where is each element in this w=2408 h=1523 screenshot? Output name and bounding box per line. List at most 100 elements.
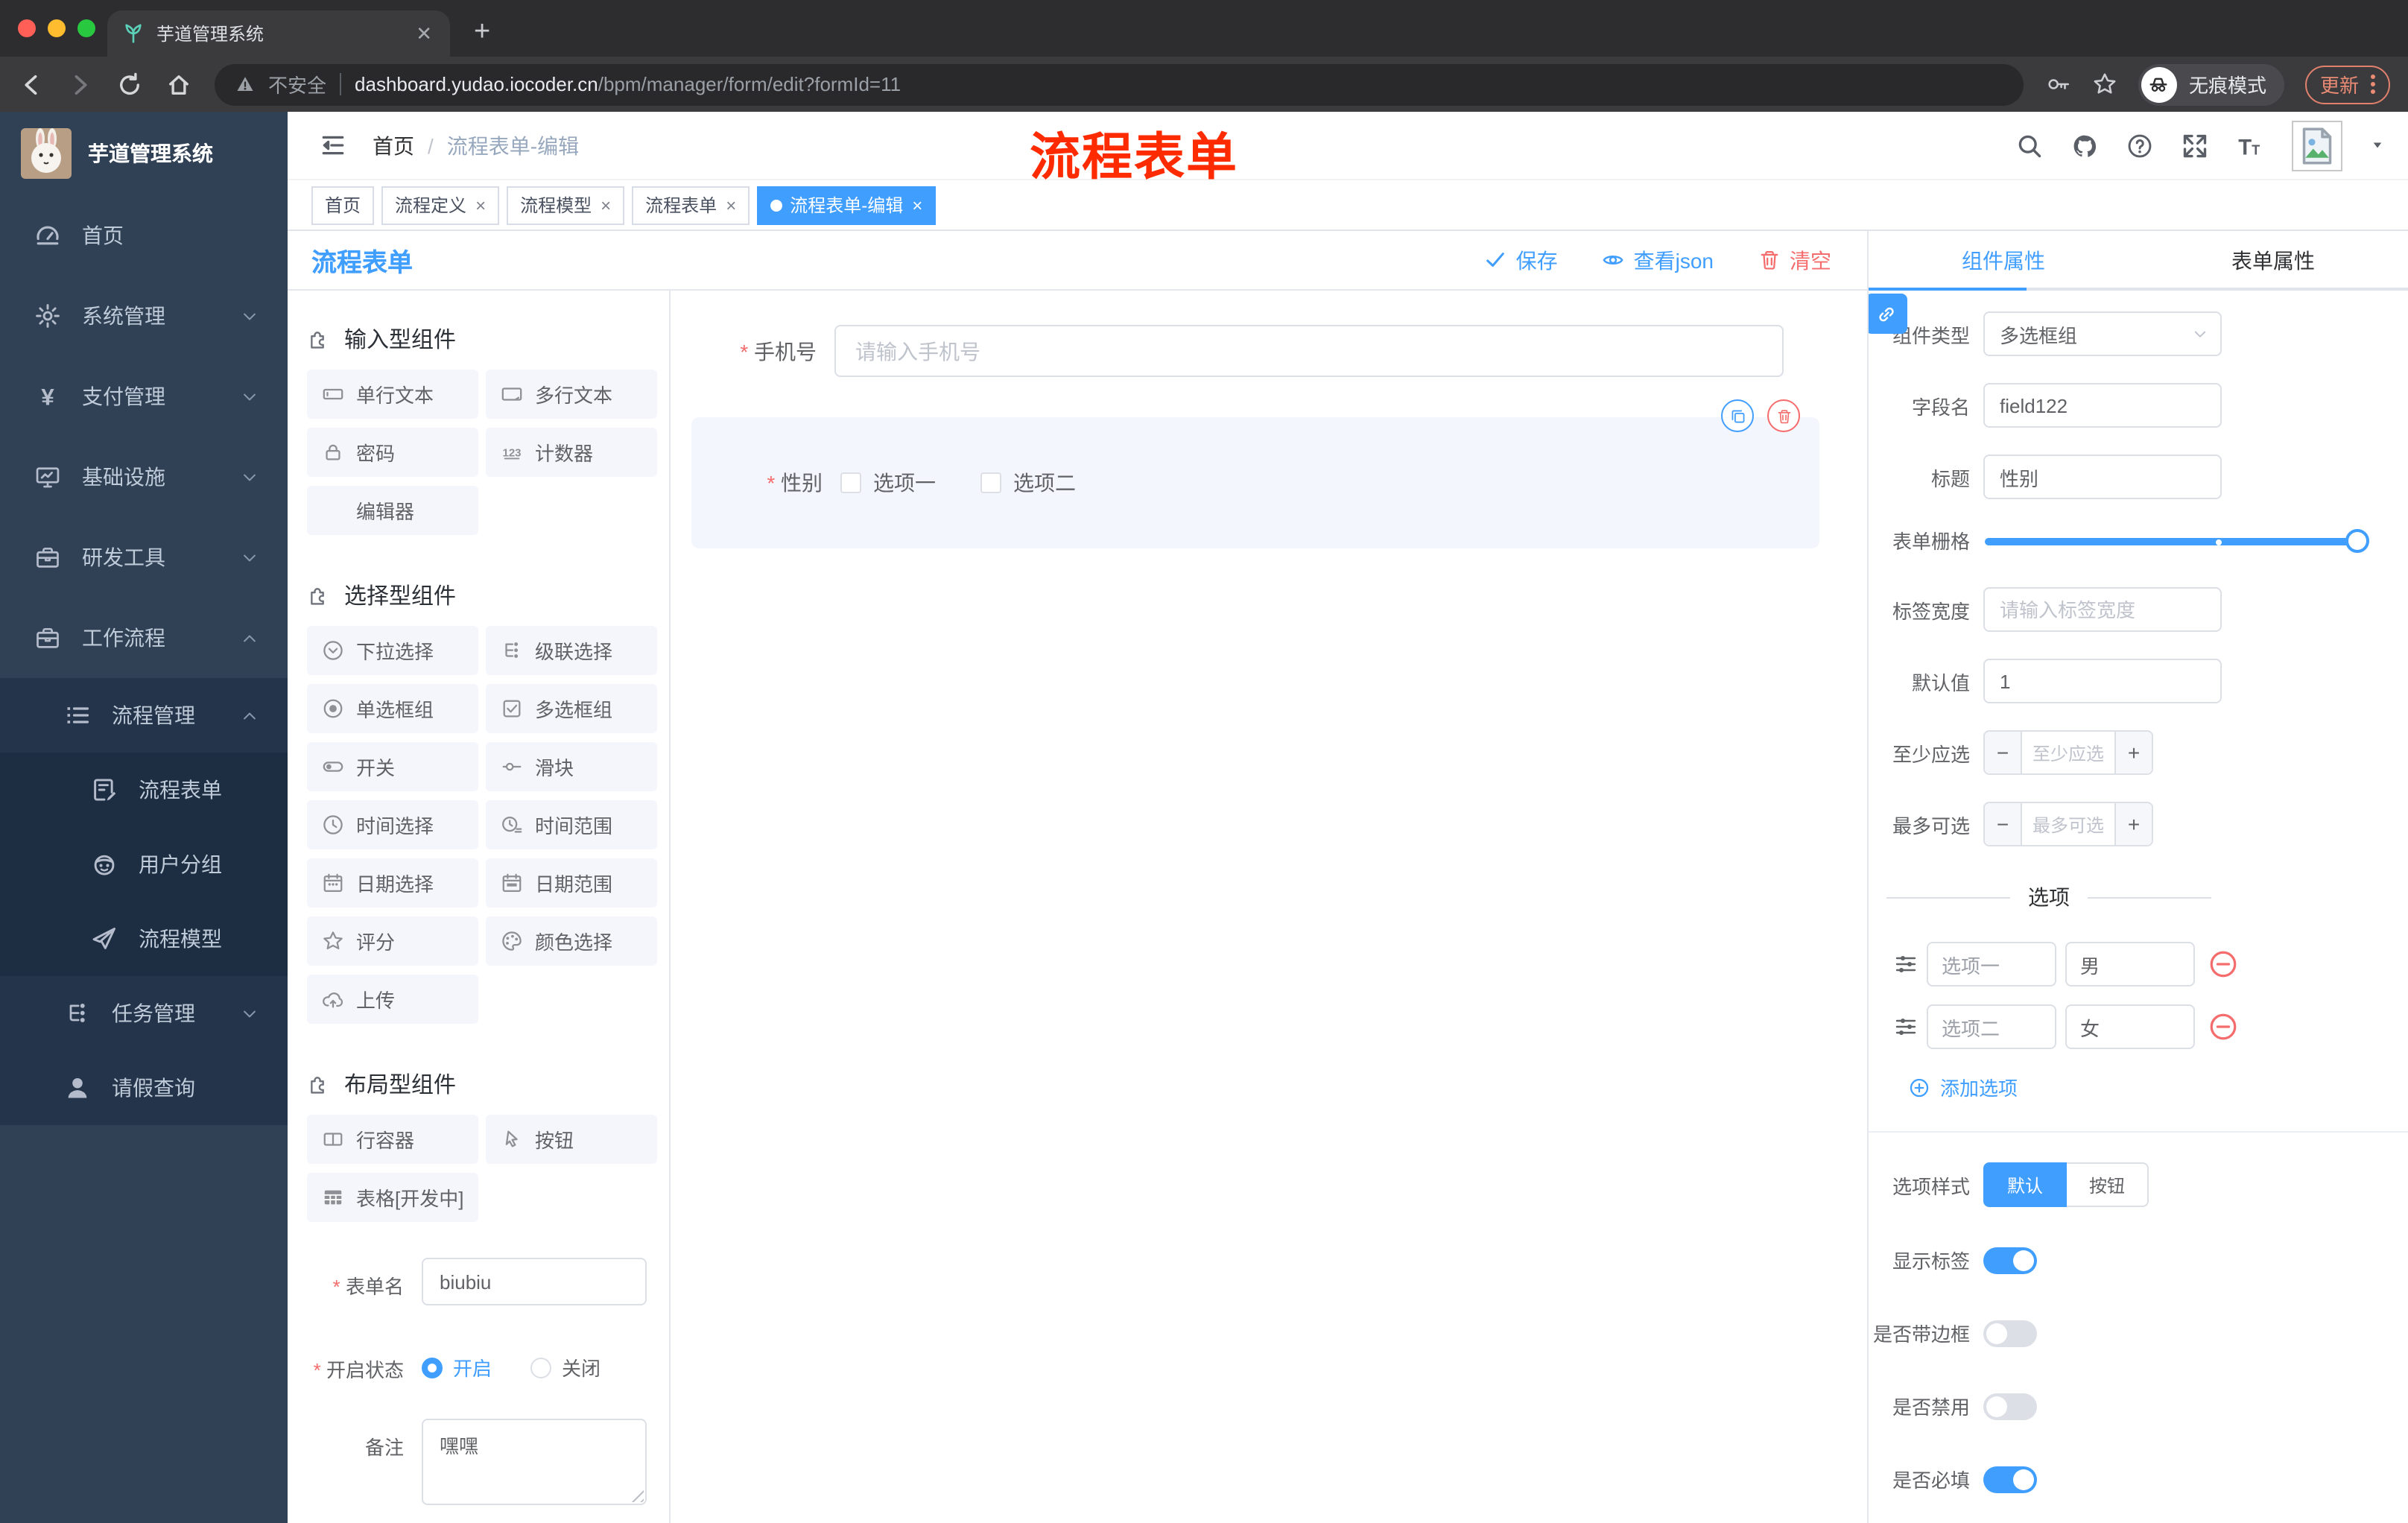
tag-流程表单-编辑[interactable]: 流程表单-编辑 × [757,186,937,224]
tab-component-props[interactable]: 组件属性 [1869,231,2138,291]
palette-item-密码[interactable]: 密码 [307,428,478,477]
tag-close-icon[interactable]: × [912,194,922,215]
sidebar-item-任务管理[interactable]: 任务管理 [0,976,288,1051]
font-size-icon[interactable]: TT [2237,132,2263,159]
min-select-input[interactable]: 至少应选 [2022,732,2114,773]
password-key-icon[interactable] [2046,72,2071,97]
palette-item-计数器[interactable]: 123 计数器 [486,428,657,477]
add-option-button[interactable]: 添加选项 [1909,1073,2408,1101]
github-icon[interactable] [2071,132,2098,159]
minimize-window-button[interactable] [48,19,66,37]
breadcrumb-home[interactable]: 首页 [373,130,414,160]
sidebar-item-工作流程[interactable]: 工作流程 [0,598,288,678]
field-name-input[interactable] [1983,383,2222,428]
sidebar-logo-row[interactable]: 芋道管理系统 [0,112,288,195]
minus-button[interactable]: − [1985,732,2022,773]
sidebar-item-请假查询[interactable]: 请假查询 [0,1051,288,1125]
gender-option-1-checkbox[interactable]: 选项一 [840,468,936,498]
toggle-是否必填[interactable] [1983,1466,2037,1492]
form-name-input[interactable] [422,1258,647,1305]
sidebar-item-基础设施[interactable]: 基础设施 [0,437,288,517]
palette-item-评分[interactable]: 评分 [307,916,478,966]
help-icon[interactable] [2126,132,2153,159]
sidebar-item-系统管理[interactable]: 系统管理 [0,276,288,356]
tab-close-icon[interactable]: ✕ [413,22,435,45]
canvas-field-phone[interactable]: 手机号 请输入手机号 [685,325,1807,377]
sidebar-item-支付管理[interactable]: ¥ 支付管理 [0,356,288,437]
status-on-radio[interactable]: 开启 [422,1353,492,1381]
label-width-input[interactable] [1983,587,2222,632]
sidebar-item-首页[interactable]: 首页 [0,195,288,276]
style-default-button[interactable]: 默认 [1983,1162,2068,1207]
palette-item-单行文本[interactable]: 单行文本 [307,370,478,419]
slider-handle[interactable] [2345,528,2369,552]
palette-item-开关[interactable]: 开关 [307,742,478,791]
save-button[interactable]: 保存 [1485,245,1558,275]
minus-button[interactable]: − [1985,803,2022,845]
close-window-button[interactable] [18,19,36,37]
back-icon[interactable] [18,71,45,98]
hamburger-icon[interactable] [319,133,347,158]
option-label-input[interactable] [1927,1004,2056,1049]
sidebar-item-流程管理[interactable]: 流程管理 [0,678,288,753]
sidebar-item-流程模型[interactable]: 流程模型 [0,902,288,976]
option-label-input[interactable] [1927,942,2056,987]
default-value-input[interactable] [1983,659,2222,703]
component-type-select[interactable]: 多选框组 [1983,311,2222,356]
palette-item-日期选择[interactable]: 日期选择 [307,858,478,908]
drag-handle-icon[interactable] [1894,1015,1918,1039]
tag-close-icon[interactable]: × [475,194,486,215]
home-icon[interactable] [165,71,192,98]
form-grid-slider[interactable] [1985,528,2369,552]
update-button[interactable]: 更新 [2304,65,2390,104]
plus-button[interactable]: + [2114,803,2152,845]
form-canvas[interactable]: 手机号 请输入手机号 性别 选项一 [671,291,1867,1523]
palette-item-行容器[interactable]: 行容器 [307,1115,478,1164]
remove-option-button[interactable] [2208,1012,2238,1042]
view-json-button[interactable]: 查看json [1603,245,1714,275]
browser-menu-icon[interactable] [2371,75,2375,94]
delete-component-button[interactable] [1767,399,1800,432]
palette-item-按钮[interactable]: 按钮 [486,1115,657,1164]
palette-item-级联选择[interactable]: 级联选择 [486,626,657,675]
gender-option-2-checkbox[interactable]: 选项二 [980,468,1076,498]
option-value-input[interactable] [2065,942,2195,987]
canvas-field-gender-selected[interactable]: 性别 选项一 选项二 [691,399,1819,548]
tag-流程表单[interactable]: 流程表单 × [632,186,750,224]
tag-流程定义[interactable]: 流程定义 × [381,186,500,224]
status-off-radio[interactable]: 关闭 [530,1353,601,1381]
tab-form-props[interactable]: 表单属性 [2138,231,2408,291]
tag-流程模型[interactable]: 流程模型 × [507,186,625,224]
palette-item-上传[interactable]: 上传 [307,975,478,1024]
palette-item-滑块[interactable]: 滑块 [486,742,657,791]
reload-icon[interactable] [116,71,143,98]
url-bar[interactable]: 不安全 dashboard.yudao.iocoder.cn/bpm/manag… [215,63,2024,105]
clear-button[interactable]: 清空 [1758,245,1831,275]
plus-button[interactable]: + [2114,732,2152,773]
chevron-down-icon[interactable] [2371,140,2384,151]
palette-item-多行文本[interactable]: 多行文本 [486,370,657,419]
palette-item-多选框组[interactable]: 多选框组 [486,684,657,733]
palette-item-日期范围[interactable]: 日期范围 [486,858,657,908]
palette-item-单选框组[interactable]: 单选框组 [307,684,478,733]
tag-close-icon[interactable]: × [726,194,736,215]
palette-item-编辑器[interactable]: 编辑器 [307,486,478,535]
title-input[interactable] [1983,455,2222,499]
insecure-warning-icon[interactable] [235,75,255,94]
tag-首页[interactable]: 首页 [311,186,375,224]
forward-icon[interactable] [67,71,94,98]
avatar[interactable] [2292,120,2342,171]
new-tab-button[interactable]: + [474,16,490,57]
copy-component-button[interactable] [1721,399,1754,432]
palette-item-时间范围[interactable]: 时间范围 [486,800,657,849]
bookmark-star-icon[interactable] [2092,72,2117,97]
toggle-是否带边框[interactable] [1983,1320,2037,1346]
fullscreen-icon[interactable] [2182,132,2208,159]
palette-item-表格[开发中][interactable]: 表格[开发中] [307,1173,478,1222]
palette-item-颜色选择[interactable]: 颜色选择 [486,916,657,966]
max-select-input[interactable]: 最多可选 [2022,803,2114,845]
option-value-input[interactable] [2065,1004,2195,1049]
search-icon[interactable] [2016,132,2043,159]
phone-input[interactable]: 请输入手机号 [834,325,1784,377]
tag-close-icon[interactable]: × [601,194,611,215]
